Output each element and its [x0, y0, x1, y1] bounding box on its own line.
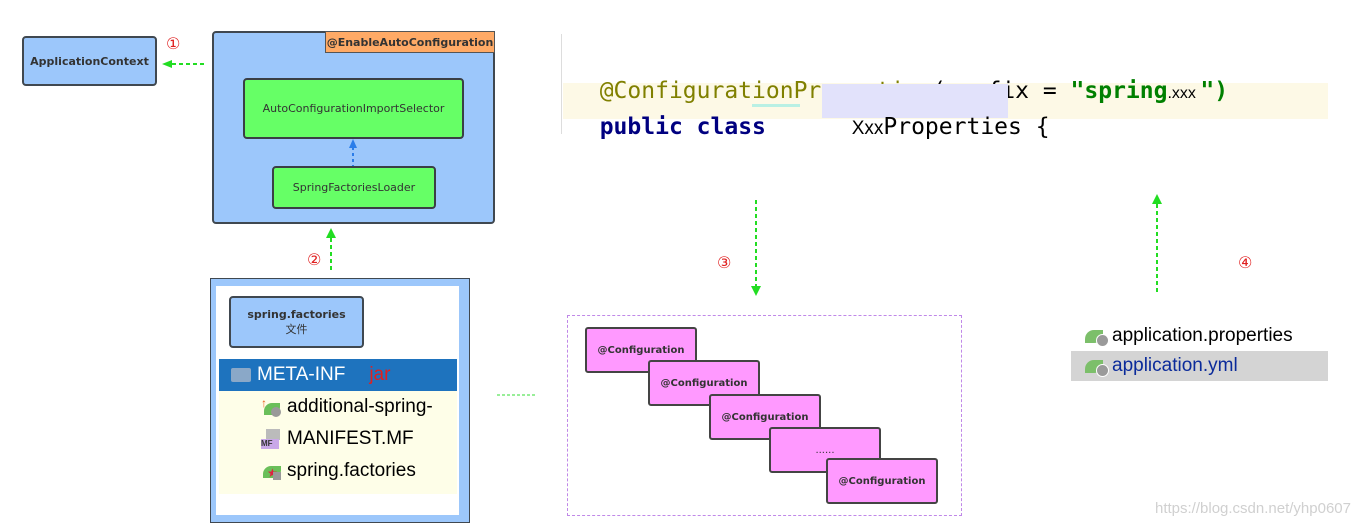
class-name: Properties — [883, 114, 1022, 140]
arrow-step-1 — [162, 60, 206, 68]
spring-boot-config-icon — [1085, 327, 1109, 347]
application-context-box: ApplicationContext — [22, 36, 157, 86]
keyword-public: public — [599, 114, 683, 140]
file-name: MANIFEST.MF — [287, 428, 414, 449]
file-name: additional-spring- — [287, 396, 433, 417]
open-brace: { — [1035, 114, 1050, 140]
code-line-class: public class — [572, 88, 766, 140]
code-gutter-line — [561, 34, 562, 134]
configuration-label: @Configuration — [660, 377, 748, 389]
jar-panel-inner: spring.factories 文件 META-INF jar ↑ addit… — [216, 286, 459, 515]
ellipsis-label: ...... — [815, 444, 835, 456]
auto-configuration-import-selector-box: AutoConfigurationImportSelector — [243, 78, 464, 139]
connector-jar-to-configs — [497, 394, 537, 396]
jar-panel: spring.factories 文件 META-INF jar ↑ addit… — [210, 278, 470, 523]
config-file-properties[interactable]: application.properties — [1071, 321, 1328, 351]
code-class-name: XxxProperties { — [824, 88, 1050, 140]
config-file-yml[interactable]: application.yml — [1071, 351, 1328, 381]
string-suffix: .xxx — [1167, 85, 1201, 102]
arrow-step-4 — [1152, 194, 1162, 292]
file-box-line2: 文件 — [285, 323, 308, 336]
manifest-icon: MF — [261, 429, 283, 449]
configuration-label: @Configuration — [597, 344, 685, 356]
tree-file[interactable]: MF MANIFEST.MF — [219, 424, 414, 454]
step-1-marker: ① — [166, 34, 181, 53]
arrow-step-2 — [326, 228, 336, 273]
spring-boot-config-icon — [1085, 357, 1109, 377]
folder-icon — [231, 368, 251, 382]
enable-auto-configuration-text: @EnableAutoConfiguration — [326, 35, 494, 49]
file-box-line1: spring.factories — [247, 308, 346, 321]
step-2-marker: ② — [307, 250, 322, 269]
import-selector-label: AutoConfigurationImportSelector — [262, 102, 445, 115]
spring-config-icon: ↑ — [261, 397, 283, 417]
string-literal: "spring — [1070, 78, 1168, 104]
cursor-underline — [752, 104, 800, 107]
step-3-marker: ③ — [717, 253, 732, 272]
keyword-class: class — [696, 114, 766, 140]
spring-factories-file-box: spring.factories 文件 — [229, 296, 364, 348]
configuration-card: @Configuration — [826, 458, 938, 504]
tree-file[interactable]: ↑ additional-spring- — [219, 392, 433, 422]
file-tree: META-INF jar ↑ additional-spring- MF MAN… — [219, 359, 457, 494]
string-close: ") — [1200, 78, 1229, 104]
step-4-marker: ④ — [1238, 253, 1253, 272]
configuration-label: @Configuration — [838, 475, 926, 487]
spring-factories-icon: ★ — [261, 462, 283, 480]
application-context-label: ApplicationContext — [30, 54, 149, 68]
arrow-step-3 — [751, 200, 761, 296]
factories-loader-label: SpringFactoriesLoader — [292, 181, 416, 194]
enable-auto-configuration-label: @EnableAutoConfiguration — [325, 31, 495, 53]
class-prefix: Xxx — [851, 118, 884, 139]
tree-folder-meta-inf[interactable]: META-INF jar — [219, 359, 457, 391]
jar-tag: jar — [369, 364, 391, 385]
file-name: spring.factories — [287, 460, 416, 481]
file-name: application.properties — [1112, 325, 1293, 346]
tree-file[interactable]: ★ spring.factories — [219, 456, 416, 486]
arrow-loader-to-selector — [349, 139, 357, 167]
file-name: application.yml — [1112, 355, 1238, 376]
watermark: https://blog.csdn.net/yhp0607 — [1155, 500, 1351, 517]
configuration-label: @Configuration — [721, 411, 809, 423]
spring-factories-loader-box: SpringFactoriesLoader — [272, 166, 436, 209]
folder-label: META-INF — [257, 364, 346, 385]
